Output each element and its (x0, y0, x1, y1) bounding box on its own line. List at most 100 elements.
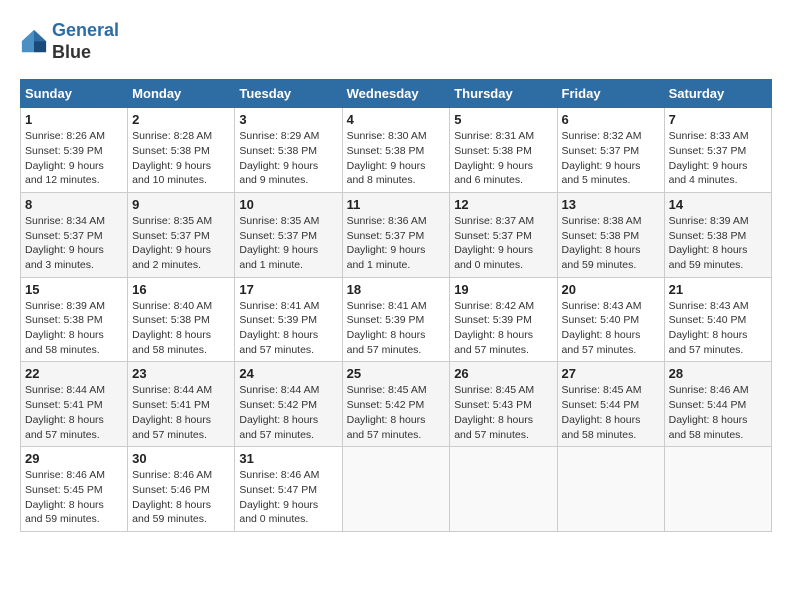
calendar-cell: 16Sunrise: 8:40 AMSunset: 5:38 PMDayligh… (128, 277, 235, 362)
day-number: 6 (562, 112, 660, 127)
calendar-cell: 22 Sunrise: 8:44 AMSunset: 5:41 PMDayligh… (21, 362, 128, 447)
day-number: 1 (25, 112, 123, 127)
calendar-cell: 21 Sunrise: 8:43 AMSunset: 5:40 PMDayligh… (664, 277, 771, 362)
calendar-cell: 1 Sunrise: 8:26 AMSunset: 5:39 PMDaylight… (21, 108, 128, 193)
calendar-cell: 23Sunrise: 8:44 AMSunset: 5:41 PMDayligh… (128, 362, 235, 447)
day-number: 21 (669, 282, 767, 297)
calendar-cell: 27 Sunrise: 8:45 AMSunset: 5:44 PMDayligh… (557, 362, 664, 447)
day-info: Sunrise: 8:32 AMSunset: 5:37 PMDaylight:… (562, 129, 660, 188)
calendar-cell: 20Sunrise: 8:43 AMSunset: 5:40 PMDayligh… (557, 277, 664, 362)
day-info: Sunrise: 8:30 AMSunset: 5:38 PMDaylight:… (347, 129, 446, 188)
day-info: Sunrise: 8:45 AMSunset: 5:42 PMDaylight:… (347, 383, 446, 442)
day-info: Sunrise: 8:46 AMSunset: 5:47 PMDaylight:… (239, 468, 337, 527)
day-info: Sunrise: 8:44 AMSunset: 5:41 PMDaylight:… (25, 383, 123, 442)
calendar-cell: 12 Sunrise: 8:37 AMSunset: 5:37 PMDayligh… (450, 192, 557, 277)
day-info: Sunrise: 8:40 AMSunset: 5:38 PMDaylight:… (132, 299, 230, 358)
day-number: 18 (347, 282, 446, 297)
calendar-cell: 4 Sunrise: 8:30 AMSunset: 5:38 PMDaylight… (342, 108, 450, 193)
day-info: Sunrise: 8:26 AMSunset: 5:39 PMDaylight:… (25, 129, 123, 188)
page-header: GeneralBlue (20, 20, 772, 63)
calendar-cell: 3 Sunrise: 8:29 AMSunset: 5:38 PMDaylight… (235, 108, 342, 193)
day-info: Sunrise: 8:38 AMSunset: 5:38 PMDaylight:… (562, 214, 660, 273)
day-number: 2 (132, 112, 230, 127)
calendar-cell: 2Sunrise: 8:28 AMSunset: 5:38 PMDaylight… (128, 108, 235, 193)
day-info: Sunrise: 8:46 AMSunset: 5:46 PMDaylight:… (132, 468, 230, 527)
calendar-cell: 8 Sunrise: 8:34 AMSunset: 5:37 PMDaylight… (21, 192, 128, 277)
calendar-cell (342, 447, 450, 532)
day-info: Sunrise: 8:46 AMSunset: 5:44 PMDaylight:… (669, 383, 767, 442)
calendar-cell: 9 Sunrise: 8:35 AMSunset: 5:37 PMDaylight… (128, 192, 235, 277)
day-number: 12 (454, 197, 552, 212)
calendar-cell: 13 Sunrise: 8:38 AMSunset: 5:38 PMDayligh… (557, 192, 664, 277)
day-header-thursday: Thursday (450, 80, 557, 108)
day-number: 4 (347, 112, 446, 127)
day-number: 27 (562, 366, 660, 381)
day-info: Sunrise: 8:39 AMSunset: 5:38 PMDaylight:… (669, 214, 767, 273)
day-number: 28 (669, 366, 767, 381)
calendar-cell: 31 Sunrise: 8:46 AMSunset: 5:47 PMDayligh… (235, 447, 342, 532)
day-info: Sunrise: 8:42 AMSunset: 5:39 PMDaylight:… (454, 299, 552, 358)
calendar-cell: 26Sunrise: 8:45 AMSunset: 5:43 PMDayligh… (450, 362, 557, 447)
day-info: Sunrise: 8:41 AMSunset: 5:39 PMDaylight:… (347, 299, 446, 358)
calendar-cell: 6 Sunrise: 8:32 AMSunset: 5:37 PMDaylight… (557, 108, 664, 193)
day-number: 3 (239, 112, 337, 127)
calendar-cell: 28 Sunrise: 8:46 AMSunset: 5:44 PMDayligh… (664, 362, 771, 447)
day-number: 19 (454, 282, 552, 297)
calendar-cell: 7 Sunrise: 8:33 AMSunset: 5:37 PMDaylight… (664, 108, 771, 193)
day-info: Sunrise: 8:41 AMSunset: 5:39 PMDaylight:… (239, 299, 337, 358)
day-info: Sunrise: 8:45 AMSunset: 5:44 PMDaylight:… (562, 383, 660, 442)
day-number: 10 (239, 197, 337, 212)
day-number: 29 (25, 451, 123, 466)
day-number: 22 (25, 366, 123, 381)
day-header-sunday: Sunday (21, 80, 128, 108)
day-header-saturday: Saturday (664, 80, 771, 108)
day-info: Sunrise: 8:44 AMSunset: 5:42 PMDaylight:… (239, 383, 337, 442)
day-info: Sunrise: 8:35 AMSunset: 5:37 PMDaylight:… (239, 214, 337, 273)
day-info: Sunrise: 8:45 AMSunset: 5:43 PMDaylight:… (454, 383, 552, 442)
calendar-table: SundayMondayTuesdayWednesdayThursdayFrid… (20, 79, 772, 532)
day-header-wednesday: Wednesday (342, 80, 450, 108)
day-header-monday: Monday (128, 80, 235, 108)
calendar-cell (450, 447, 557, 532)
day-number: 15 (25, 282, 123, 297)
calendar-cell: 25 Sunrise: 8:45 AMSunset: 5:42 PMDayligh… (342, 362, 450, 447)
day-info: Sunrise: 8:44 AMSunset: 5:41 PMDaylight:… (132, 383, 230, 442)
calendar-cell: 10 Sunrise: 8:35 AMSunset: 5:37 PMDayligh… (235, 192, 342, 277)
day-number: 9 (132, 197, 230, 212)
day-info: Sunrise: 8:35 AMSunset: 5:37 PMDaylight:… (132, 214, 230, 273)
day-header-tuesday: Tuesday (235, 80, 342, 108)
day-info: Sunrise: 8:29 AMSunset: 5:38 PMDaylight:… (239, 129, 337, 188)
day-info: Sunrise: 8:33 AMSunset: 5:37 PMDaylight:… (669, 129, 767, 188)
calendar-cell: 19 Sunrise: 8:42 AMSunset: 5:39 PMDayligh… (450, 277, 557, 362)
day-number: 8 (25, 197, 123, 212)
day-number: 24 (239, 366, 337, 381)
day-info: Sunrise: 8:39 AMSunset: 5:38 PMDaylight:… (25, 299, 123, 358)
day-info: Sunrise: 8:34 AMSunset: 5:37 PMDaylight:… (25, 214, 123, 273)
day-number: 5 (454, 112, 552, 127)
day-number: 11 (347, 197, 446, 212)
logo: GeneralBlue (20, 20, 119, 63)
day-number: 31 (239, 451, 337, 466)
day-number: 14 (669, 197, 767, 212)
day-info: Sunrise: 8:31 AMSunset: 5:38 PMDaylight:… (454, 129, 552, 188)
calendar-cell: 17Sunrise: 8:41 AMSunset: 5:39 PMDayligh… (235, 277, 342, 362)
calendar-cell: 24 Sunrise: 8:44 AMSunset: 5:42 PMDayligh… (235, 362, 342, 447)
calendar-cell: 5 Sunrise: 8:31 AMSunset: 5:38 PMDaylight… (450, 108, 557, 193)
day-number: 7 (669, 112, 767, 127)
calendar-cell: 15 Sunrise: 8:39 AMSunset: 5:38 PMDayligh… (21, 277, 128, 362)
day-info: Sunrise: 8:37 AMSunset: 5:37 PMDaylight:… (454, 214, 552, 273)
calendar-cell: 14 Sunrise: 8:39 AMSunset: 5:38 PMDayligh… (664, 192, 771, 277)
calendar-cell (557, 447, 664, 532)
logo-text: GeneralBlue (52, 20, 119, 63)
calendar-cell: 11 Sunrise: 8:36 AMSunset: 5:37 PMDayligh… (342, 192, 450, 277)
day-info: Sunrise: 8:43 AMSunset: 5:40 PMDaylight:… (669, 299, 767, 358)
day-info: Sunrise: 8:36 AMSunset: 5:37 PMDaylight:… (347, 214, 446, 273)
logo-icon (20, 28, 48, 56)
day-number: 13 (562, 197, 660, 212)
day-number: 25 (347, 366, 446, 381)
day-header-friday: Friday (557, 80, 664, 108)
day-info: Sunrise: 8:46 AMSunset: 5:45 PMDaylight:… (25, 468, 123, 527)
calendar-cell: 18 Sunrise: 8:41 AMSunset: 5:39 PMDayligh… (342, 277, 450, 362)
day-number: 20 (562, 282, 660, 297)
day-number: 30 (132, 451, 230, 466)
